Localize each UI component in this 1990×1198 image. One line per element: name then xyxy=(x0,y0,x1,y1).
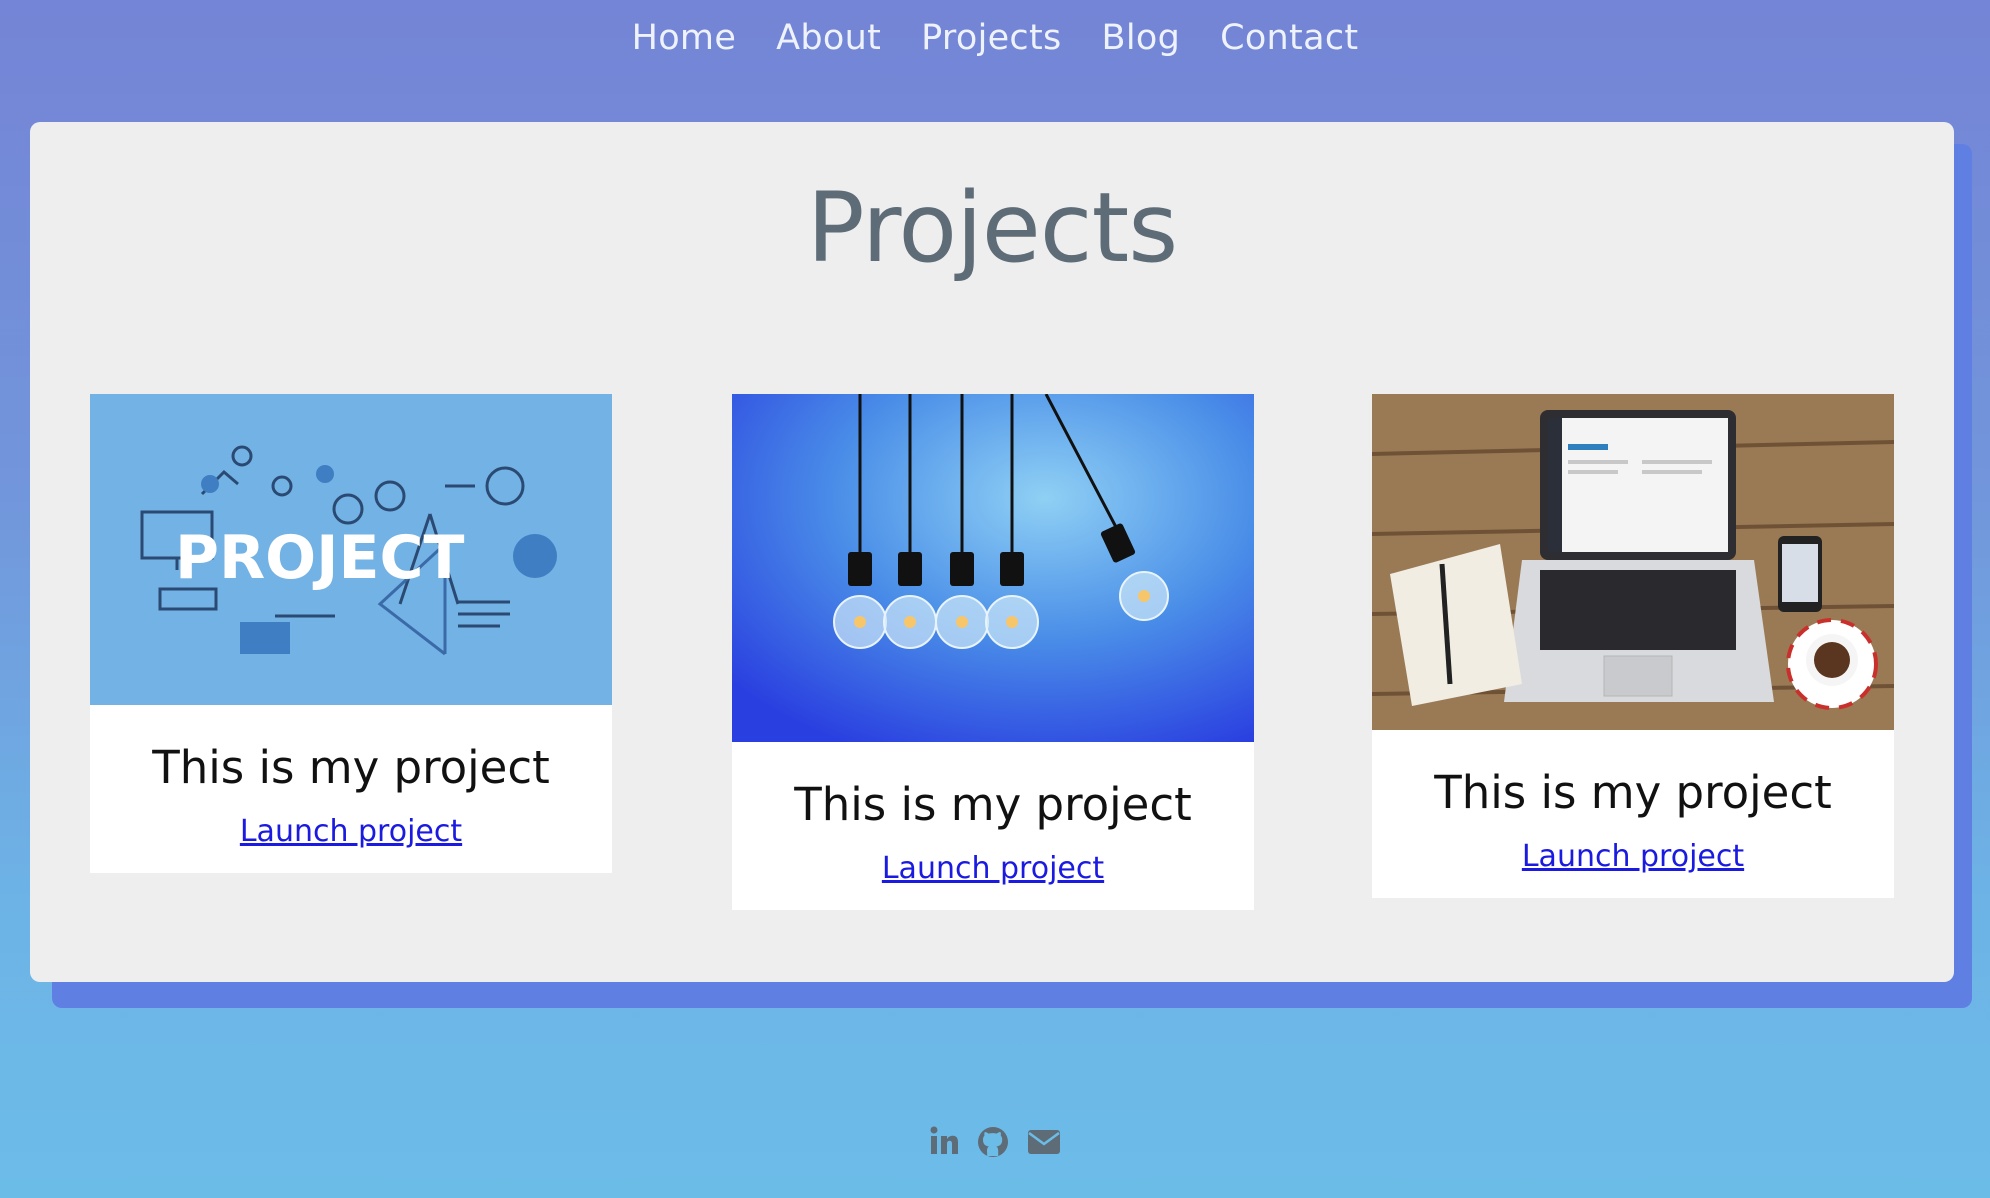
project-card: This is my project Launch project xyxy=(732,394,1254,910)
social-footer xyxy=(0,1126,1990,1162)
nav-contact-link[interactable]: Contact xyxy=(1220,18,1358,58)
launch-project-link[interactable]: Launch project xyxy=(1522,839,1744,874)
nav-about-link[interactable]: About xyxy=(776,18,881,58)
project-title: This is my project xyxy=(794,778,1192,831)
linkedin-icon[interactable] xyxy=(929,1126,959,1162)
nav-blog-link[interactable]: Blog xyxy=(1102,18,1181,58)
project-title: This is my project xyxy=(1434,766,1832,819)
email-icon[interactable] xyxy=(1027,1126,1061,1162)
github-icon[interactable] xyxy=(977,1126,1009,1162)
project-card: This is my project Launch project xyxy=(1372,394,1894,898)
nav-projects-link[interactable]: Projects xyxy=(921,18,1061,58)
project-banner-text: PROJECT xyxy=(175,523,465,593)
project-title: This is my project xyxy=(152,741,550,794)
top-nav: Home About Projects Blog Contact xyxy=(0,0,1990,76)
laptop-desk-image xyxy=(1372,394,1894,730)
projects-panel: Projects PROJECT This is my project Laun… xyxy=(30,122,1954,982)
launch-project-link[interactable]: Launch project xyxy=(240,814,462,849)
lightbulbs-image xyxy=(732,394,1254,742)
project-banner-image: PROJECT xyxy=(90,394,612,705)
launch-project-link[interactable]: Launch project xyxy=(882,851,1104,886)
page-title: Projects xyxy=(806,172,1178,284)
nav-home-link[interactable]: Home xyxy=(632,18,737,58)
project-card: PROJECT This is my project Launch projec… xyxy=(90,394,612,873)
